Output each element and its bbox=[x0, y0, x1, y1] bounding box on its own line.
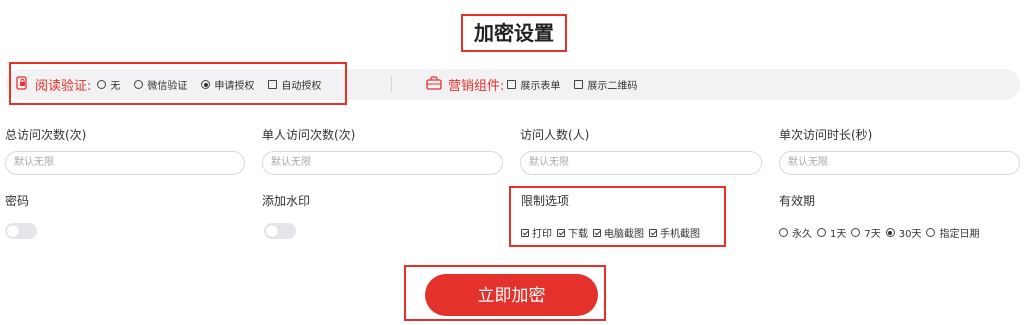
read-verify-group: 阅读验证: 无 微信验证 申请授权 自动授权 bbox=[15, 72, 335, 97]
radio-icon bbox=[134, 80, 144, 89]
validity-label: 有效期 bbox=[779, 194, 816, 208]
limit-option-phone-screenshot[interactable]: 手机截图 bbox=[649, 225, 700, 240]
option-label: 电脑截图 bbox=[604, 229, 644, 240]
marketing-option-qrcode[interactable]: 展示二维码 bbox=[574, 77, 637, 92]
bar-divider bbox=[391, 76, 392, 92]
read-verify-label: 阅读验证: bbox=[35, 79, 92, 94]
option-label: 微信验证 bbox=[147, 81, 188, 92]
validity-option-30day[interactable]: 30天 bbox=[885, 225, 922, 240]
limit-option-print[interactable]: 打印 bbox=[521, 225, 552, 240]
validity-option-1day[interactable]: 1天 bbox=[817, 225, 846, 240]
limits-options: 打印 下载 电脑截图 手机截图 bbox=[521, 225, 700, 240]
checkbox-icon bbox=[574, 80, 584, 89]
option-label: 申请授权 bbox=[214, 81, 255, 92]
visit-duration-label: 单次访问时长(秒) bbox=[779, 128, 873, 142]
page-title: 加密设置 bbox=[474, 21, 554, 45]
watermark-label: 添加水印 bbox=[262, 194, 311, 208]
marketing-label: 营销组件: bbox=[448, 79, 505, 94]
radio-selected-icon bbox=[201, 80, 211, 89]
radio-icon bbox=[817, 228, 826, 237]
option-label: 手机截图 bbox=[660, 229, 700, 240]
visitor-count-input[interactable]: 默认无限 bbox=[520, 151, 762, 175]
radio-icon bbox=[851, 228, 861, 237]
checkbox-checked-icon bbox=[557, 228, 565, 237]
checkbox-icon bbox=[507, 80, 517, 89]
option-label: 永久 bbox=[792, 229, 812, 240]
radio-icon bbox=[97, 80, 107, 89]
checkbox-checked-icon bbox=[521, 228, 529, 237]
visitor-count-label: 访问人数(人) bbox=[520, 128, 590, 142]
marketing-group: 营销组件: 展示表单 展示二维码 bbox=[426, 72, 651, 97]
radio-icon bbox=[926, 228, 936, 237]
total-visits-input[interactable]: 默认无限 bbox=[5, 151, 245, 175]
radio-icon bbox=[779, 228, 788, 237]
password-label: 密码 bbox=[5, 194, 30, 208]
limit-option-download[interactable]: 下载 bbox=[557, 225, 588, 240]
validity-option-7day[interactable]: 7天 bbox=[851, 225, 881, 240]
option-label: 展示表单 bbox=[520, 81, 561, 92]
single-visits-label: 单人访问次数(次) bbox=[262, 128, 356, 142]
option-label: 展示二维码 bbox=[587, 81, 638, 92]
visit-duration-input[interactable]: 默认无限 bbox=[779, 151, 1020, 175]
read-verify-option-auto[interactable]: 自动授权 bbox=[268, 77, 321, 92]
option-label: 无 bbox=[110, 81, 121, 92]
marketing-option-form[interactable]: 展示表单 bbox=[507, 77, 560, 92]
option-label: 1天 bbox=[830, 229, 847, 240]
bag-icon bbox=[426, 76, 442, 93]
total-visits-label: 总访问次数(次) bbox=[5, 128, 87, 142]
validity-option-custom-date[interactable]: 指定日期 bbox=[926, 225, 979, 240]
single-visits-input[interactable]: 默认无限 bbox=[262, 151, 503, 175]
phone-lock-icon bbox=[15, 76, 29, 93]
option-label: 指定日期 bbox=[939, 229, 980, 240]
radio-selected-icon bbox=[885, 228, 895, 237]
option-label: 7天 bbox=[864, 229, 881, 240]
checkbox-checked-icon bbox=[593, 228, 601, 237]
encrypt-now-button[interactable]: 立即加密 bbox=[425, 274, 598, 316]
validity-options: 永久 1天 7天 30天 指定日期 bbox=[779, 225, 979, 240]
password-toggle[interactable] bbox=[5, 223, 37, 239]
checkbox-icon bbox=[268, 80, 278, 89]
limits-label: 限制选项 bbox=[521, 194, 570, 208]
option-label: 下载 bbox=[568, 229, 588, 240]
read-verify-option-wechat[interactable]: 微信验证 bbox=[134, 77, 187, 92]
limit-option-pc-screenshot[interactable]: 电脑截图 bbox=[593, 225, 644, 240]
read-verify-option-apply[interactable]: 申请授权 bbox=[201, 77, 254, 92]
validity-option-forever[interactable]: 永久 bbox=[779, 225, 812, 240]
read-verify-option-none[interactable]: 无 bbox=[97, 77, 120, 92]
option-label: 自动授权 bbox=[281, 81, 322, 92]
checkbox-checked-icon bbox=[649, 228, 657, 237]
option-label: 打印 bbox=[532, 229, 552, 240]
option-label: 30天 bbox=[898, 229, 922, 240]
watermark-toggle[interactable] bbox=[264, 223, 296, 239]
